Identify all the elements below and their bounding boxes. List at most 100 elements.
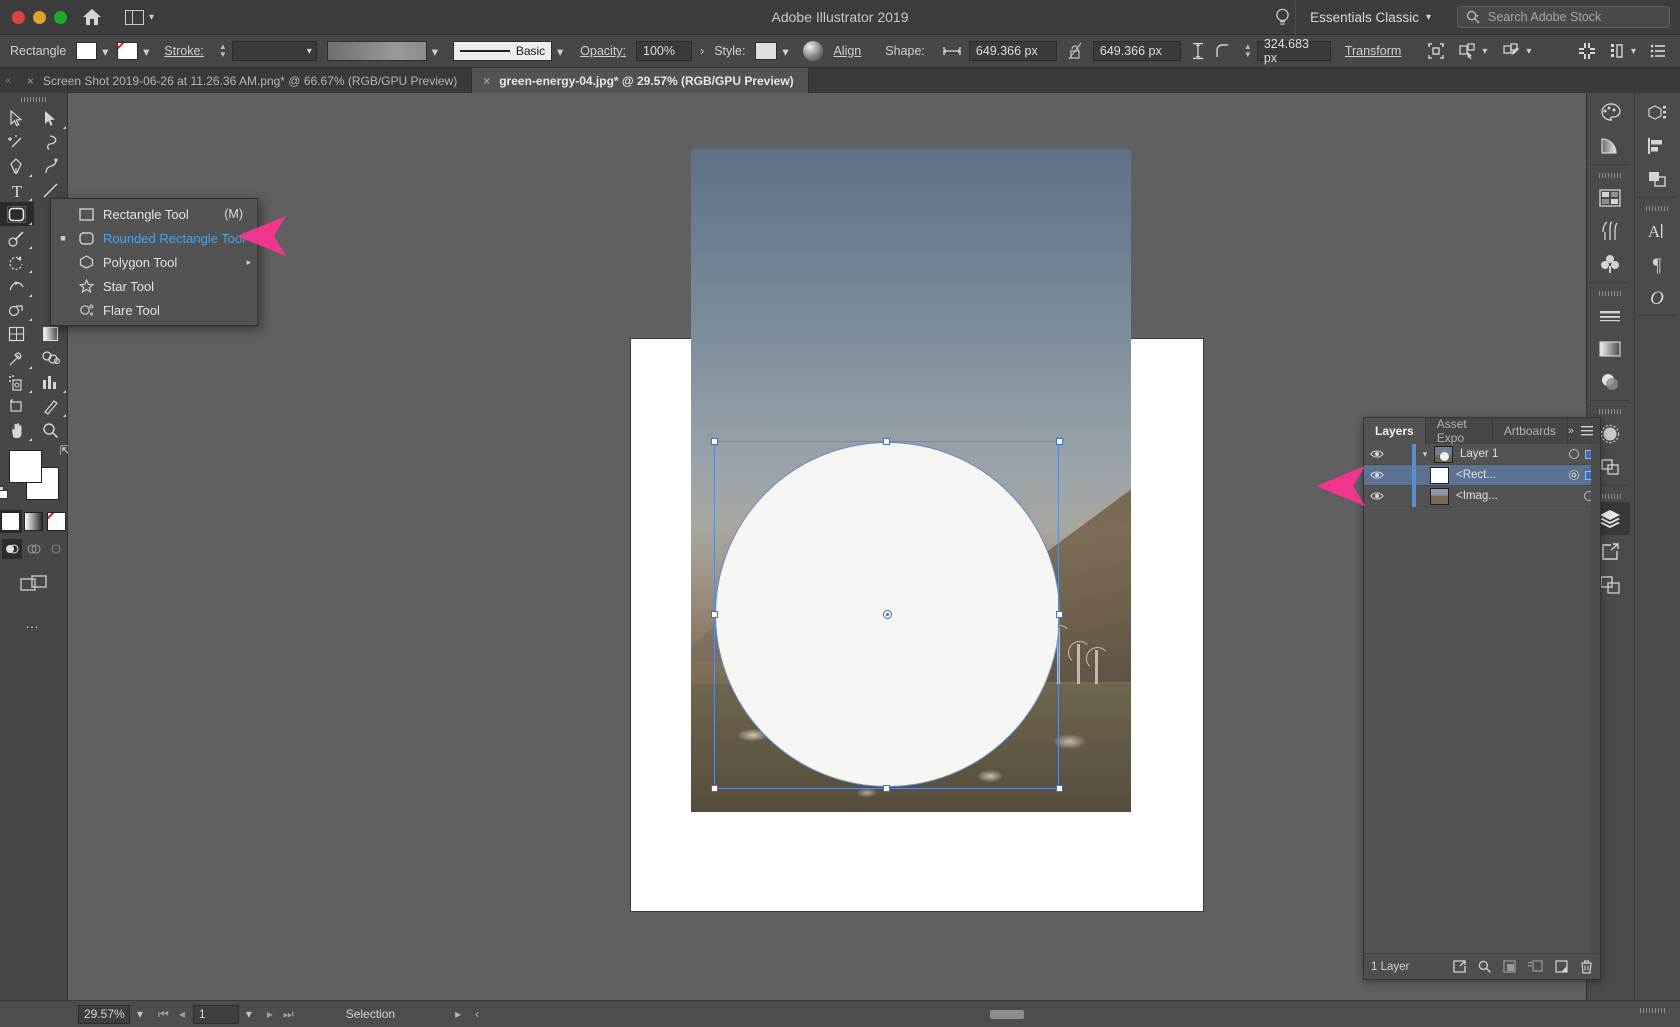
delete-selection-icon[interactable] xyxy=(1580,960,1593,974)
arrange-documents-button[interactable]: ▾ xyxy=(125,10,154,25)
chevron-down-icon[interactable]: ▾ xyxy=(138,42,154,60)
visibility-toggle-icon[interactable] xyxy=(1364,449,1390,459)
tab-artboards[interactable]: Artboards xyxy=(1493,418,1568,444)
dock-group-grip[interactable] xyxy=(1599,494,1621,499)
shape-builder-tool-icon[interactable] xyxy=(0,298,34,322)
isolate-selected-icon[interactable] xyxy=(1427,42,1445,60)
tools-panel-grip[interactable] xyxy=(21,97,47,102)
curvature-tool-icon[interactable] xyxy=(34,154,68,178)
document-tab-1[interactable]: × Screen Shot 2019-06-26 at 11.26.36 AM.… xyxy=(16,68,472,93)
document-menu-icon[interactable] xyxy=(1650,44,1666,58)
blend-tool-icon[interactable] xyxy=(34,346,68,370)
maximize-window-button[interactable] xyxy=(54,11,67,24)
zoom-level-input[interactable]: 29.57% xyxy=(78,1005,130,1024)
dock-group-grip[interactable] xyxy=(1599,291,1621,296)
flyout-item-flare-tool[interactable]: Flare Tool xyxy=(51,298,257,322)
layer-name[interactable]: Layer 1 xyxy=(1453,448,1569,460)
first-artboard-icon[interactable]: ⏮ xyxy=(158,1007,169,1022)
document-canvas[interactable] xyxy=(68,93,1586,1000)
mesh-tool-icon[interactable] xyxy=(0,322,34,346)
dock-group-grip[interactable] xyxy=(1599,173,1621,178)
horizontal-scrollbar[interactable] xyxy=(430,1010,1580,1019)
chevron-down-icon[interactable]: ▾ xyxy=(777,42,793,60)
stroke-weight-field[interactable]: ▾ xyxy=(232,41,317,61)
character-panel-icon[interactable]: A xyxy=(1637,214,1677,247)
gradient-panel-icon[interactable] xyxy=(1590,332,1630,365)
dock-group-grip[interactable] xyxy=(1646,206,1668,211)
pathfinder-icon[interactable] xyxy=(1637,162,1677,195)
opentype-panel-icon[interactable]: O xyxy=(1637,280,1677,313)
fill-color-control[interactable]: ▾ xyxy=(76,42,113,60)
search-icon[interactable] xyxy=(1478,960,1491,973)
visibility-toggle-icon[interactable] xyxy=(1364,470,1390,480)
zoom-tool-icon[interactable] xyxy=(34,418,68,442)
layer-row-rect[interactable]: <Rect... xyxy=(1364,465,1600,486)
tab-layers[interactable]: Layers xyxy=(1364,418,1426,444)
status-bar-grip[interactable] xyxy=(1640,1008,1666,1013)
width-tool-icon[interactable] xyxy=(0,274,34,298)
visibility-toggle-icon[interactable] xyxy=(1364,491,1390,501)
adobe-stock-search[interactable]: Search Adobe Stock xyxy=(1457,6,1670,28)
bbox-handle-bottom-right[interactable] xyxy=(1056,785,1063,792)
lightbulb-icon[interactable] xyxy=(1269,4,1295,30)
recolor-artwork-icon[interactable] xyxy=(803,41,823,61)
eyedropper-tool-icon[interactable] xyxy=(0,346,34,370)
target-indicator[interactable] xyxy=(1569,449,1579,459)
bbox-handle-middle-right[interactable] xyxy=(1056,611,1063,618)
rotate-tool-icon[interactable] xyxy=(0,250,34,274)
default-fill-stroke-icon[interactable] xyxy=(0,486,9,500)
align-panel-button[interactable]: ▾ xyxy=(1610,43,1636,59)
swatches-panel-icon[interactable] xyxy=(1590,181,1630,214)
status-text[interactable]: Selection xyxy=(346,1007,395,1021)
artboard-dropdown-icon[interactable]: ▾ xyxy=(239,1007,259,1021)
fill-swatch[interactable] xyxy=(76,42,97,60)
layer-name[interactable]: <Imag... xyxy=(1449,490,1584,502)
paragraph-panel-icon[interactable]: ¶ xyxy=(1637,247,1677,280)
close-icon[interactable]: × xyxy=(483,74,490,88)
change-screen-mode-icon[interactable] xyxy=(20,573,48,595)
bbox-handle-bottom-center[interactable] xyxy=(883,785,890,792)
type-tool-icon[interactable]: T xyxy=(0,178,34,202)
stroke-panel-icon[interactable] xyxy=(1590,299,1630,332)
stroke-label[interactable]: Stroke: xyxy=(164,44,204,58)
shape-width-input[interactable]: 649.366 px xyxy=(969,41,1057,61)
chevron-down-icon[interactable]: ▾ xyxy=(427,42,443,60)
bbox-handle-top-right[interactable] xyxy=(1056,438,1063,445)
scrollbar-thumb[interactable] xyxy=(990,1010,1024,1019)
edit-toolbar-button[interactable]: ▾ xyxy=(1503,43,1531,59)
paintbrush-tool-icon[interactable] xyxy=(0,226,34,250)
draw-normal-icon[interactable] xyxy=(2,539,22,559)
layer-name[interactable]: <Rect... xyxy=(1449,469,1569,481)
none-fill-icon[interactable] xyxy=(47,512,66,531)
shape-height-input[interactable]: 649.366 px xyxy=(1093,41,1181,61)
chevron-down-icon[interactable]: ▾ xyxy=(97,42,113,60)
make-clipping-mask-icon[interactable] xyxy=(1503,960,1516,973)
lasso-tool-icon[interactable] xyxy=(34,130,68,154)
home-icon[interactable] xyxy=(81,6,103,28)
align-panel-icon[interactable] xyxy=(1637,129,1677,162)
transparency-panel-icon[interactable] xyxy=(1590,365,1630,398)
opacity-options-icon[interactable]: › xyxy=(700,44,704,58)
opacity-input[interactable]: 100% xyxy=(636,41,692,61)
flyout-item-rounded-rectangle-tool[interactable]: ■ Rounded Rectangle Tool xyxy=(51,226,257,250)
rectangle-tool-icon[interactable] xyxy=(0,202,34,226)
next-artboard-icon[interactable]: ▸ xyxy=(267,1007,273,1021)
bbox-handle-middle-left[interactable] xyxy=(711,611,718,618)
bbox-handle-top-left[interactable] xyxy=(711,438,718,445)
bbox-handle-top-center[interactable] xyxy=(883,438,890,445)
layer-row-layer-1[interactable]: ▾ Layer 1 xyxy=(1364,444,1600,465)
artboard-number-input[interactable]: 1 xyxy=(193,1005,239,1024)
target-indicator[interactable] xyxy=(1569,470,1579,480)
selection-tool-icon[interactable] xyxy=(0,106,34,130)
align-label[interactable]: Align xyxy=(833,44,861,58)
select-similar-button[interactable]: ▾ xyxy=(1459,43,1487,59)
direct-selection-tool-icon[interactable] xyxy=(34,106,68,130)
color-guide-icon[interactable] xyxy=(1590,129,1630,162)
create-new-sublayer-icon[interactable] xyxy=(1528,960,1543,973)
3d-panel-icon[interactable] xyxy=(1637,96,1677,129)
slice-tool-icon[interactable] xyxy=(34,394,68,418)
layers-scrollbar[interactable] xyxy=(1591,444,1600,953)
close-icon[interactable]: × xyxy=(27,74,34,88)
workspace-selector[interactable]: Essentials Classic ▾ xyxy=(1295,0,1445,35)
stroke-swatch-none[interactable] xyxy=(117,42,138,60)
